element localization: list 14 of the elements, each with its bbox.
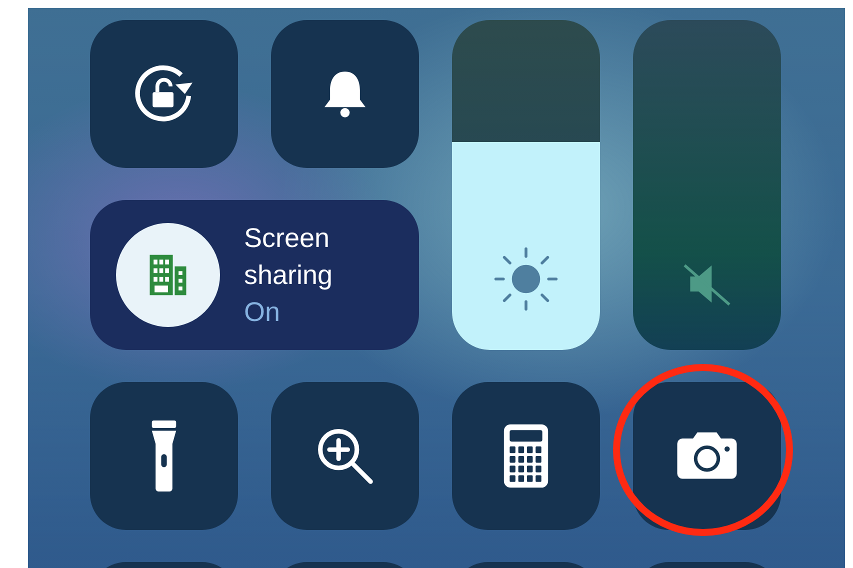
sun-icon	[493, 246, 559, 312]
control-button[interactable]	[633, 382, 781, 530]
control-button[interactable]	[271, 382, 419, 530]
control-button[interactable]	[90, 20, 238, 168]
slider-track[interactable]	[452, 20, 600, 350]
screen-sharing-control[interactable]: Screen sharing On	[90, 200, 419, 350]
control-button[interactable]	[271, 20, 419, 168]
control-status: On	[244, 296, 282, 328]
control-button[interactable]	[90, 382, 238, 530]
calculator-icon	[502, 422, 550, 490]
control-title: Screen sharing	[244, 222, 334, 292]
control-button[interactable]	[452, 382, 600, 530]
slider-track[interactable]	[633, 20, 781, 350]
flashlight-icon	[150, 418, 178, 494]
